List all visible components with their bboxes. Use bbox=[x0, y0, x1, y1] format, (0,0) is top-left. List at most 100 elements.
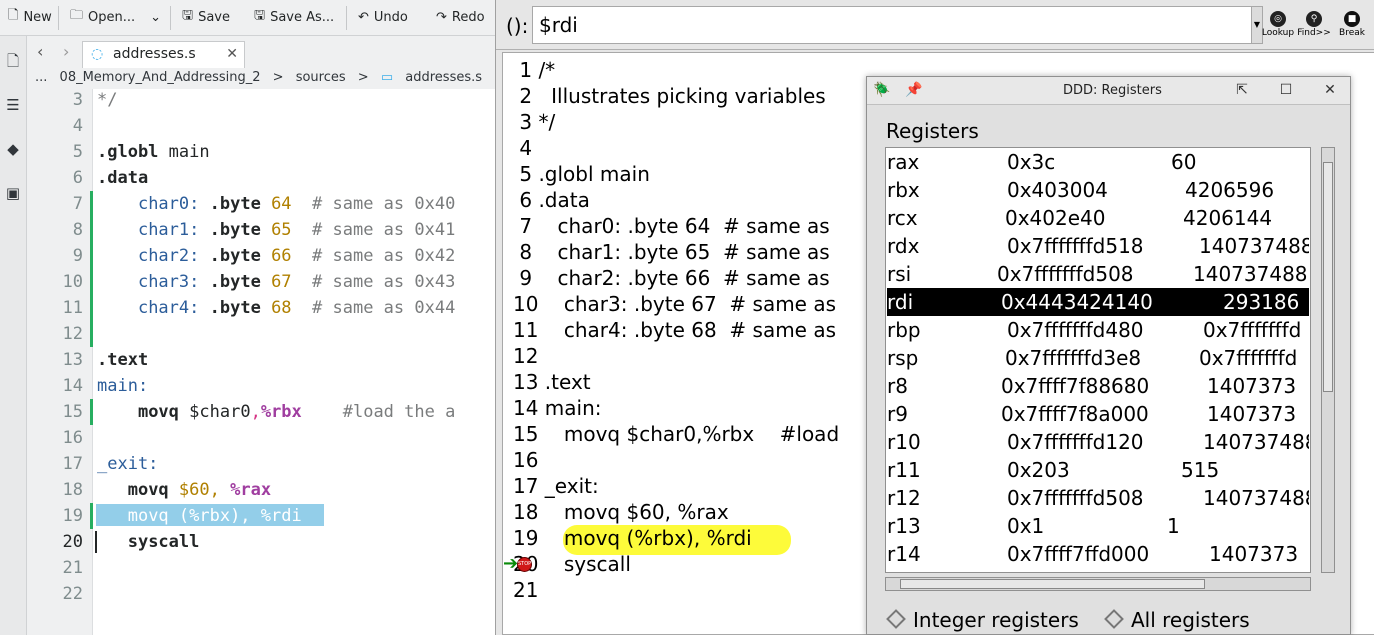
source-line: 14 main: bbox=[513, 396, 602, 420]
line-number: 3 bbox=[72, 90, 83, 110]
register-row[interactable]: r12 0x7fffffffd508 140737488 bbox=[887, 484, 1309, 512]
code-line: char4: .byte 68 # same as 0x44 bbox=[137, 298, 456, 318]
source-line: 5 .globl main bbox=[513, 162, 650, 186]
register-row[interactable]: rbp 0x7fffffffd480 0x7fffffffd bbox=[887, 316, 1309, 344]
vertical-scrollbar[interactable] bbox=[1321, 147, 1335, 573]
keep-above-icon[interactable]: ⇱ bbox=[1231, 77, 1253, 105]
integer-registers-radio[interactable]: Integer registers bbox=[885, 607, 1079, 633]
register-row[interactable]: rbx 0x403004 4206596 bbox=[887, 176, 1309, 204]
register-row[interactable]: rsp 0x7fffffffd3e8 0x7fffffffd bbox=[887, 344, 1309, 372]
open-button[interactable]: 🗀 Open... ⌄ bbox=[70, 0, 161, 34]
line-number: 5 bbox=[72, 142, 83, 162]
chevron-right-icon[interactable]: › bbox=[63, 42, 69, 61]
register-row[interactable]: r11 0x203 515 bbox=[887, 456, 1309, 484]
register-row[interactable]: rcx 0x402e40 4206144 bbox=[887, 204, 1309, 232]
new-button[interactable]: 🗋 New bbox=[8, 0, 52, 34]
scrollbar-thumb[interactable] bbox=[1323, 162, 1333, 392]
tab-bar: ‹ › ◌ addresses.s ✕ bbox=[27, 36, 495, 69]
register-row[interactable]: r9 0x7ffff7f8a000 1407373 bbox=[887, 400, 1309, 428]
register-row[interactable]: rdx 0x7fffffffd518 140737488 bbox=[887, 232, 1309, 260]
code-line: char2: .byte 66 # same as 0x42 bbox=[137, 246, 456, 266]
source-line: 18 movq $60, %rax bbox=[513, 500, 729, 524]
breadcrumb: ... 08_Memory_And_Addressing_2 > sources… bbox=[27, 69, 495, 89]
editor-toolbar: 🗋 New 🗀 Open... ⌄ 🖫 Save 🖫 Save As... ↶ Undo ↷… bbox=[0, 0, 495, 36]
register-row-selected[interactable]: rdi 0x4443424140 293186 bbox=[887, 288, 1309, 316]
text-editor: 🗋 New 🗀 Open... ⌄ 🖫 Save 🖫 Save As... ↶ Undo ↷… bbox=[0, 0, 495, 635]
source-line: 13 .text bbox=[513, 370, 591, 394]
code-line: movq $60, %rax bbox=[127, 480, 272, 500]
line-number: 15 bbox=[62, 402, 83, 422]
filesystem-browser-icon[interactable]: ☰ bbox=[4, 96, 22, 114]
code-line: .data bbox=[97, 168, 149, 188]
code-line: .text bbox=[97, 350, 149, 370]
line-number: 16 bbox=[62, 428, 83, 448]
chevron-down-icon[interactable]: ⌄ bbox=[150, 10, 161, 25]
argument-bar: (): $rdi ▼ ◎ Lookup ⚲ Find>> ■ Break bbox=[496, 0, 1374, 50]
tab-addresses[interactable]: ◌ addresses.s ✕ bbox=[82, 41, 245, 68]
registers-list[interactable]: rax 0x3c 60 rbx 0x403004 4206596 rcx 0x402e40… bbox=[885, 147, 1311, 573]
code-line: _exit: bbox=[97, 454, 159, 474]
git-icon[interactable]: ◆ bbox=[4, 140, 22, 158]
line-number-current: 20 bbox=[62, 532, 83, 552]
save-icon: 🖫 bbox=[182, 8, 194, 23]
chevron-left-icon[interactable]: ‹ bbox=[37, 42, 43, 61]
line-number: 7 bbox=[72, 194, 83, 214]
registers-titlebar[interactable]: 🪲 📌 DDD: Registers ⇱ ☐ ✕ bbox=[867, 77, 1350, 105]
horizontal-scrollbar[interactable] bbox=[885, 577, 1311, 591]
pin-icon[interactable]: 📌 bbox=[903, 77, 925, 105]
close-icon[interactable]: ✕ bbox=[1319, 77, 1341, 105]
close-tab-icon[interactable]: ✕ bbox=[226, 42, 238, 67]
undo-button[interactable]: ↶ Undo bbox=[358, 0, 408, 34]
code-line: char3: .byte 67 # same as 0x43 bbox=[137, 272, 456, 292]
line-number: 19 bbox=[62, 506, 83, 526]
registers-window: 🪲 📌 DDD: Registers ⇱ ☐ ✕ Registers rax 0x… bbox=[866, 76, 1351, 635]
undo-icon: ↶ bbox=[358, 9, 369, 25]
argument-input[interactable]: $rdi bbox=[532, 6, 1254, 44]
file-icon: ◌ bbox=[91, 46, 104, 62]
all-registers-radio[interactable]: All registers bbox=[1103, 607, 1250, 633]
line-number: 6 bbox=[72, 168, 83, 188]
source-line: 8 char1: .byte 65 # same as bbox=[513, 240, 830, 264]
register-row[interactable]: r14 0x7ffff7ffd000 1407373 bbox=[887, 540, 1309, 568]
save-as-icon: 🖫 bbox=[254, 8, 266, 23]
open-folder-icon: 🗀 bbox=[70, 8, 84, 23]
redo-button[interactable]: ↷ Redo bbox=[436, 0, 485, 34]
documents-icon[interactable]: 🗋 bbox=[4, 52, 22, 70]
source-line: 15 movq $char0,%rbx #load bbox=[513, 422, 840, 446]
scrollbar-thumb[interactable] bbox=[900, 579, 1205, 589]
register-row[interactable]: r8 0x7ffff7f88680 1407373 bbox=[887, 372, 1309, 400]
lookup-button[interactable]: ◎ Lookup bbox=[1258, 8, 1298, 42]
line-number: 13 bbox=[62, 350, 83, 370]
register-row[interactable]: rsi 0x7fffffffd508 140737488 bbox=[887, 260, 1309, 288]
line-number: 10 bbox=[62, 272, 83, 292]
ddd-bug-icon: 🪲 bbox=[873, 82, 891, 98]
registers-heading: Registers bbox=[886, 119, 979, 143]
file-icon: ▭ bbox=[380, 70, 394, 85]
redo-icon: ↷ bbox=[436, 9, 447, 25]
text-cursor bbox=[95, 531, 97, 553]
radio-diamond-icon bbox=[1104, 609, 1124, 629]
register-row[interactable]: rax 0x3c 60 bbox=[887, 148, 1309, 176]
stop-icon: ■ bbox=[1344, 11, 1360, 27]
source-line: 11 char4: .byte 68 # same as bbox=[513, 318, 837, 342]
line-number: 11 bbox=[62, 298, 83, 318]
line-number: 9 bbox=[72, 246, 83, 266]
code-area[interactable]: */ .globl main .data char0: .byte 64 # s… bbox=[93, 89, 495, 635]
toolbar-separator bbox=[346, 6, 347, 30]
source-line: 12 bbox=[513, 344, 539, 368]
break-button[interactable]: ■ Break bbox=[1332, 8, 1372, 42]
toolbar-separator bbox=[170, 6, 171, 30]
save-button[interactable]: 🖫 Save bbox=[182, 0, 230, 34]
line-number: 14 bbox=[62, 376, 83, 396]
save-as-button[interactable]: 🖫 Save As... bbox=[254, 0, 334, 34]
code-line: */ bbox=[97, 90, 118, 110]
register-row[interactable]: r10 0x7fffffffd120 140737488 bbox=[887, 428, 1309, 456]
code-line: movq (%rbx), %rdi bbox=[127, 506, 302, 526]
maximize-icon[interactable]: ☐ bbox=[1275, 77, 1297, 105]
projects-icon[interactable]: ▣ bbox=[4, 184, 22, 202]
register-row[interactable]: r13 0x1 1 bbox=[887, 512, 1309, 540]
find-button[interactable]: ⚲ Find>> bbox=[1294, 8, 1334, 42]
code-line: char1: .byte 65 # same as 0x41 bbox=[137, 220, 456, 240]
breakpoint-stop-icon[interactable]: STOP bbox=[517, 557, 532, 572]
execution-arrow-icon: ➔ bbox=[503, 553, 519, 574]
